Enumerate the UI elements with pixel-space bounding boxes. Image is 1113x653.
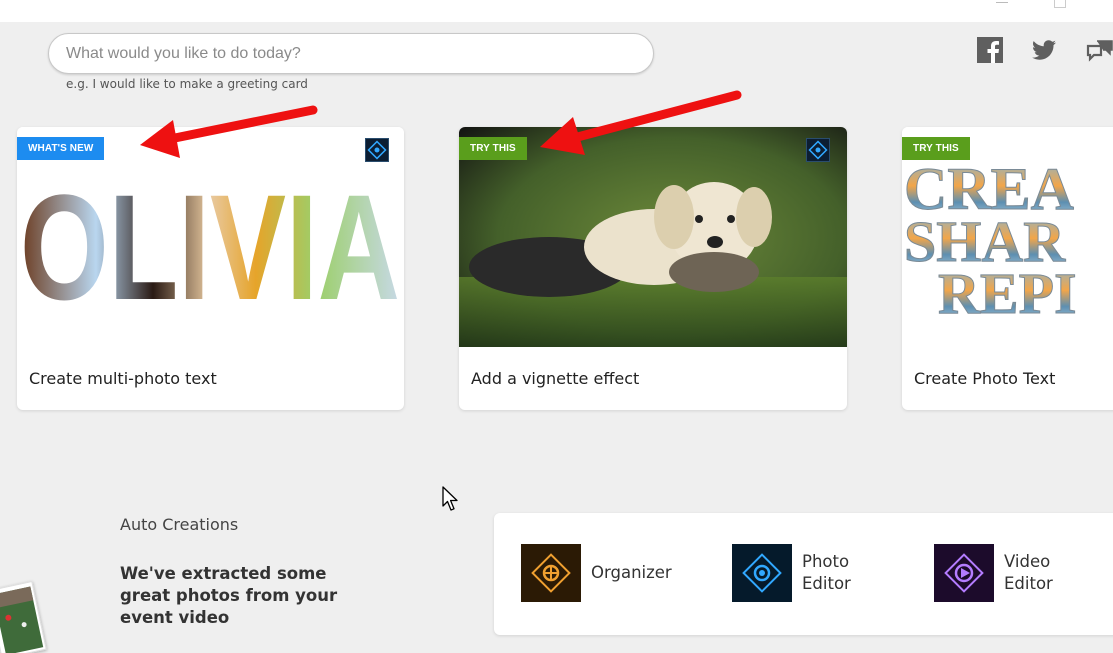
photo-editor-button[interactable]: Photo Editor [732, 544, 862, 602]
photo-editor-mini-icon [806, 138, 830, 162]
badge-try-this: TRY THIS [459, 137, 527, 160]
organizer-button[interactable]: Organizer [521, 544, 672, 602]
minimize-icon[interactable] [996, 0, 1008, 3]
card-multi-photo-text[interactable]: OLIVIA WHAT'S NEW Create multi-photo tex… [17, 127, 404, 410]
search-hint: e.g. I would like to make a greeting car… [66, 77, 308, 91]
feedback-icon[interactable] [1086, 37, 1113, 63]
twitter-icon[interactable] [1031, 37, 1057, 63]
search-input[interactable] [48, 33, 654, 74]
photo-editor-mini-icon [365, 138, 389, 162]
annotation-arrow [140, 105, 318, 158]
card-label: Add a vignette effect [471, 369, 640, 388]
title-bar [0, 0, 1113, 22]
auto-creations-description: We've extracted some great photos from y… [120, 564, 338, 627]
badge-whats-new: WHAT'S NEW [17, 137, 105, 160]
card-photo-text[interactable]: CREA SHAR REPI TRY THIS Create Photo Tex… [902, 127, 1113, 410]
mouse-cursor-icon [442, 486, 458, 511]
badge-try-this: TRY THIS [902, 137, 970, 160]
photo-editor-label: Photo Editor [802, 552, 851, 593]
auto-creation-thumbnail[interactable] [0, 580, 47, 653]
annotation-arrow [540, 90, 742, 155]
card-vignette-effect[interactable]: TRY THIS Add a vignette effect [459, 127, 847, 410]
video-editor-label: Video Editor [1004, 552, 1053, 593]
organizer-icon [521, 544, 581, 602]
maximize-icon[interactable] [1054, 0, 1066, 8]
video-editor-icon [934, 544, 994, 602]
photo-text-image: CREA SHAR REPI [902, 127, 1113, 347]
organizer-label: Organizer [591, 563, 672, 582]
multi-photo-text-word: OLIVIA [20, 163, 400, 331]
card-label: Create Photo Text [914, 369, 1056, 388]
auto-creations-title: Auto Creations [120, 515, 239, 534]
facebook-icon[interactable] [977, 37, 1003, 63]
photo-text-line-3: REPI [938, 261, 1077, 326]
video-editor-button[interactable]: Video Editor [934, 544, 1064, 602]
photo-editor-icon [732, 544, 792, 602]
card-label: Create multi-photo text [29, 369, 217, 388]
puppy-kitten-photo [459, 127, 847, 347]
app-launcher: Organizer Photo Editor Video Editor [494, 513, 1113, 635]
